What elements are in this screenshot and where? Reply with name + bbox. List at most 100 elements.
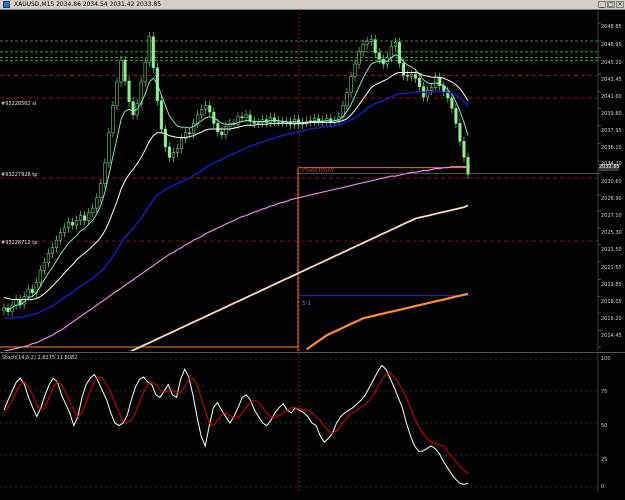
candle-body [62,227,67,233]
candle-body [38,270,42,283]
candle-body [268,117,272,123]
candle-body [260,119,264,123]
order-label-sl: #93228562 sl [1,101,37,107]
stochastic-svg[interactable] [0,353,625,493]
candle [167,142,171,162]
candle-body [353,63,357,77]
candle [179,133,184,154]
candle-body [244,114,248,118]
candle [200,104,204,120]
candle-body [256,122,260,124]
stoch-level: 50 [601,423,608,429]
ma-violet-line [3,166,468,352]
price-tick: 2028.90 [601,196,622,202]
candle-body [127,80,131,102]
candle [58,227,63,245]
candle [46,248,50,268]
candle [462,136,466,162]
candle-body [83,215,87,221]
price-tick: 2027.10 [601,213,622,219]
candle [357,47,361,69]
maximize-button[interactable]: □ [607,1,615,8]
candle-body [119,60,123,83]
candle-body [103,162,107,184]
candle-body [361,44,365,53]
stoch-level: 75 [601,389,608,395]
minimize-button[interactable]: _ [598,1,606,8]
ohlc-values: 2034.86 2034.54 2031.42 2033.85 [56,1,162,8]
candle-body [18,299,22,305]
candle-body [434,77,438,88]
price-tick: 2018.05 [601,299,622,305]
candle [438,72,442,91]
candle [313,113,317,126]
pivot-point-label: Pivot Point [302,167,334,174]
candle [389,41,393,63]
candle-body [95,197,99,209]
symbol-timeframe: XAUUSD,M15 [14,1,55,8]
candle [147,32,151,67]
candle [260,114,264,128]
candle [325,113,329,126]
candle-body [369,39,373,42]
candle-body [397,42,401,64]
candle [87,208,91,226]
stochastic-panel[interactable]: Stoch(14,6,2) 2.8375 11.6082 100 75 50 2… [0,352,625,493]
ema-blue-line [4,90,469,319]
candle-body [426,90,430,98]
candle-body [46,253,50,263]
candle [18,294,22,309]
candle-body [71,221,75,226]
ema-white-line [3,72,469,300]
price-tick: 2036.10 [601,145,622,151]
candle [309,115,313,127]
candle [345,87,349,111]
candle [151,32,155,73]
stoch-level: 25 [601,457,608,463]
price-chart-svg[interactable] [0,9,625,390]
candle [91,203,95,218]
candle [159,96,163,134]
candle [397,37,401,68]
candle-body [313,118,317,121]
candle [119,55,123,87]
candle-body [107,132,111,164]
candle [143,57,147,87]
candle-body [365,41,369,45]
candle-body [405,75,410,77]
candle-body [224,125,228,135]
candle-body [276,121,280,123]
candle-body [454,108,458,124]
candle [34,277,38,298]
candle [111,100,115,138]
candle [442,81,446,97]
candle-body [196,114,200,124]
candle-body [171,152,176,158]
candle-body [131,101,135,116]
candle-body [67,221,71,229]
chart-window-icon [3,1,10,8]
candle [276,116,280,127]
price-tick: 2043.45 [601,77,622,83]
candle-body [159,100,163,130]
candle [2,303,6,316]
close-button[interactable]: × [616,1,624,8]
candle [123,55,127,86]
candle [103,158,107,189]
candle-body [115,81,119,106]
stoch-level: 0 [601,484,605,490]
candle-body [466,157,470,175]
candle [71,217,75,230]
candle-body [240,116,244,119]
candle [67,217,71,233]
candle-body [216,123,220,133]
candle [184,128,188,144]
candle-body [87,212,91,221]
candle [329,113,333,128]
price-chart-panel[interactable]: #93228562 sl #93227928 tp #93228712 tp P… [0,9,625,390]
order-label-tp-1: #93227928 tp [1,172,38,178]
candle-body [58,232,63,241]
candle [83,210,87,226]
time-axis [0,492,625,500]
candle-body [167,146,171,158]
